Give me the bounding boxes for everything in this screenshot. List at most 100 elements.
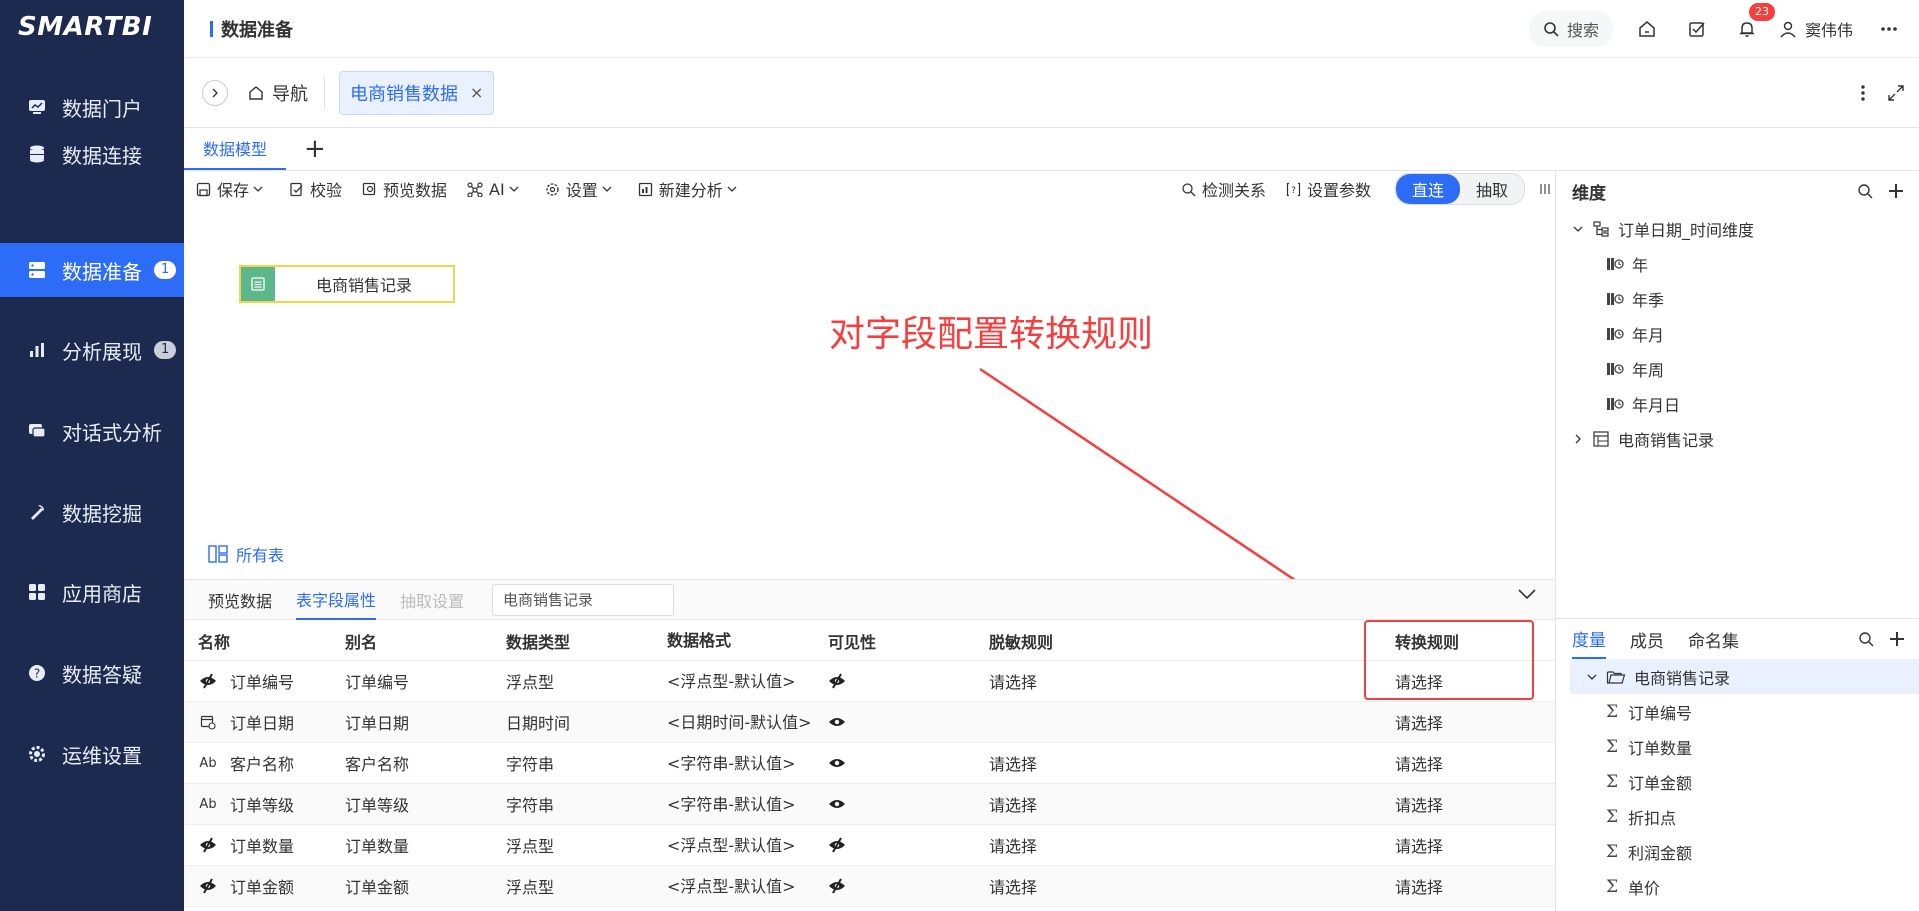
add-icon[interactable] (1888, 630, 1906, 648)
measure-folder[interactable]: 电商销售记录 (1570, 659, 1919, 694)
sidebar-item-chat-analysis[interactable]: 对话式分析 (0, 404, 184, 458)
sidebar-item-portal[interactable]: 数据门户 (0, 80, 184, 134)
table-row[interactable]: 订单日期 订单日期 日期时间 <日期时间-默认值> 请选择 (184, 702, 1555, 743)
tree-table[interactable]: 电商销售记录 (1556, 421, 1919, 456)
tree-level[interactable]: 年月 (1556, 316, 1919, 351)
tasks-button[interactable] (1679, 11, 1715, 47)
tab-preview-data[interactable]: 预览数据 (208, 580, 272, 620)
eye-icon[interactable] (828, 798, 989, 810)
sidebar-item-qa[interactable]: ? 数据答疑 (0, 646, 184, 700)
tab-measures[interactable]: 度量 (1572, 619, 1606, 659)
cell-visibility[interactable] (828, 878, 989, 894)
tree-level[interactable]: 年周 (1556, 351, 1919, 386)
table-row[interactable]: 订单数量 订单数量 浮点型 <浮点型-默认值> 请选择 请选择 (184, 825, 1555, 866)
measure-item[interactable]: Σ 单价 (1556, 869, 1919, 904)
set-params-button[interactable]: ? 设置参数 (1286, 177, 1371, 201)
user-menu[interactable]: 窦伟伟 (1779, 17, 1853, 41)
measure-item[interactable]: Σ 订单数量 (1556, 729, 1919, 764)
measure-item[interactable]: Σ 利润金额 (1556, 834, 1919, 869)
validate-button[interactable]: 校验 (289, 177, 342, 201)
eye-off-icon[interactable] (828, 878, 989, 894)
mode-extract[interactable]: 抽取 (1460, 174, 1524, 204)
eye-icon[interactable] (828, 757, 989, 769)
cell-format[interactable]: <字符串-默认值> (667, 795, 828, 814)
tree-level[interactable]: 年月日 (1556, 386, 1919, 421)
cell-data-type[interactable]: 字符串 (506, 751, 667, 775)
all-tables-button[interactable]: 所有表 (208, 542, 284, 566)
cell-format[interactable]: <浮点型-默认值> (667, 672, 828, 691)
connection-mode-toggle[interactable]: 直连 抽取 (1394, 173, 1525, 205)
table-row[interactable]: Ab 客户名称 客户名称 字符串 <字符串-默认值> 请选择 请选择 (184, 743, 1555, 784)
cell-mask-rule[interactable]: 请选择 (989, 874, 1395, 898)
notifications-button[interactable]: 23 (1729, 3, 1775, 47)
cell-data-type[interactable]: 浮点型 (506, 874, 667, 898)
cell-visibility[interactable] (828, 798, 989, 810)
cell-mask-rule[interactable]: 请选择 (989, 751, 1395, 775)
detect-relation-button[interactable]: 检测关系 (1181, 177, 1266, 201)
cell-data-type[interactable]: 浮点型 (506, 669, 667, 693)
cell-data-type[interactable]: 字符串 (506, 792, 667, 816)
sidebar-item-ops-settings[interactable]: 运维设置 (0, 727, 184, 781)
mode-direct[interactable]: 直连 (1395, 174, 1460, 204)
cell-visibility[interactable] (828, 757, 989, 769)
sidebar-item-app-store[interactable]: 应用商店 (0, 565, 184, 619)
eye-off-icon[interactable] (828, 673, 989, 689)
tree-hierarchy[interactable]: 订单日期_时间维度 (1556, 211, 1919, 246)
cell-mask-rule[interactable]: 请选择 (989, 792, 1395, 816)
tab-home[interactable]: 导航 (248, 80, 308, 106)
cell-format[interactable]: <浮点型-默认值> (667, 836, 828, 855)
cell-mask-rule[interactable]: 请选择 (989, 833, 1395, 857)
new-analysis-button[interactable]: 新建分析 (638, 177, 743, 201)
cell-convert-rule[interactable]: 请选择 (1395, 792, 1555, 816)
cell-convert-rule[interactable]: 请选择 (1395, 751, 1555, 775)
cell-alias[interactable]: 订单等级 (345, 792, 506, 816)
table-row[interactable]: 订单金额 订单金额 浮点型 <浮点型-默认值> 请选择 请选择 (184, 866, 1555, 907)
eye-icon[interactable] (828, 716, 989, 728)
more-vertical-icon[interactable] (1861, 84, 1865, 102)
settings-button[interactable]: 设置 (545, 177, 618, 201)
cell-visibility[interactable] (828, 716, 989, 728)
cell-format[interactable]: <字符串-默认值> (667, 754, 828, 773)
cell-format[interactable]: <日期时间-默认值> (667, 713, 828, 732)
table-row[interactable]: Ab 订单等级 订单等级 字符串 <字符串-默认值> 请选择 请选择 (184, 784, 1555, 825)
measure-item[interactable]: Σ 折扣点 (1556, 799, 1919, 834)
measure-item[interactable]: Σ 订单金额 (1556, 764, 1919, 799)
tab-named-sets[interactable]: 命名集 (1688, 619, 1739, 659)
cell-convert-rule[interactable]: 请选择 (1395, 874, 1555, 898)
cell-alias[interactable]: 订单编号 (345, 669, 506, 693)
cell-alias[interactable]: 订单数量 (345, 833, 506, 857)
tree-level[interactable]: 年季 (1556, 281, 1919, 316)
columns-icon[interactable] (1539, 182, 1551, 196)
measure-item[interactable]: Σ 订单编号 (1556, 694, 1919, 729)
eye-off-icon[interactable] (828, 837, 989, 853)
cell-data-type[interactable]: 浮点型 (506, 833, 667, 857)
cell-visibility[interactable] (828, 673, 989, 689)
cell-alias[interactable]: 订单金额 (345, 874, 506, 898)
close-icon[interactable]: × (470, 83, 483, 102)
search-button[interactable]: 搜索 (1528, 11, 1613, 47)
preview-data-button[interactable]: 预览数据 (362, 177, 447, 201)
add-icon[interactable] (1887, 182, 1905, 200)
save-button[interactable]: 保存 (196, 177, 269, 201)
cell-convert-rule[interactable]: 请选择 (1395, 833, 1555, 857)
table-select[interactable]: 电商销售记录 (492, 583, 675, 616)
cell-visibility[interactable] (828, 837, 989, 853)
home-button[interactable] (1629, 11, 1665, 47)
cell-convert-rule[interactable]: 请选择 (1395, 710, 1555, 734)
tree-level[interactable]: 年 (1556, 246, 1919, 281)
sidebar-item-data-mining[interactable]: 数据挖掘 (0, 485, 184, 539)
chevron-down-icon[interactable] (1517, 588, 1537, 600)
fullscreen-icon[interactable] (1887, 84, 1905, 102)
sidebar-item-data-prep[interactable]: 数据准备 1 (0, 243, 184, 297)
cell-format[interactable]: <浮点型-默认值> (667, 877, 828, 896)
model-canvas[interactable]: 电商销售记录 对字段配置转换规则 所有表 (184, 207, 1555, 579)
cell-alias[interactable]: 客户名称 (345, 751, 506, 775)
tab-data-model[interactable]: 数据模型 (184, 127, 287, 170)
tab-members[interactable]: 成员 (1630, 619, 1664, 659)
more-button[interactable] (1871, 11, 1907, 47)
tab-extract-settings[interactable]: 抽取设置 (400, 580, 464, 620)
table-row[interactable]: 订单编号 订单编号 浮点型 <浮点型-默认值> 请选择 请选择 (184, 661, 1555, 702)
ai-button[interactable]: AI (467, 180, 525, 199)
sidebar-item-connection[interactable]: 数据连接 (0, 127, 184, 181)
sidebar-item-analysis[interactable]: 分析展现 1 (0, 323, 184, 377)
